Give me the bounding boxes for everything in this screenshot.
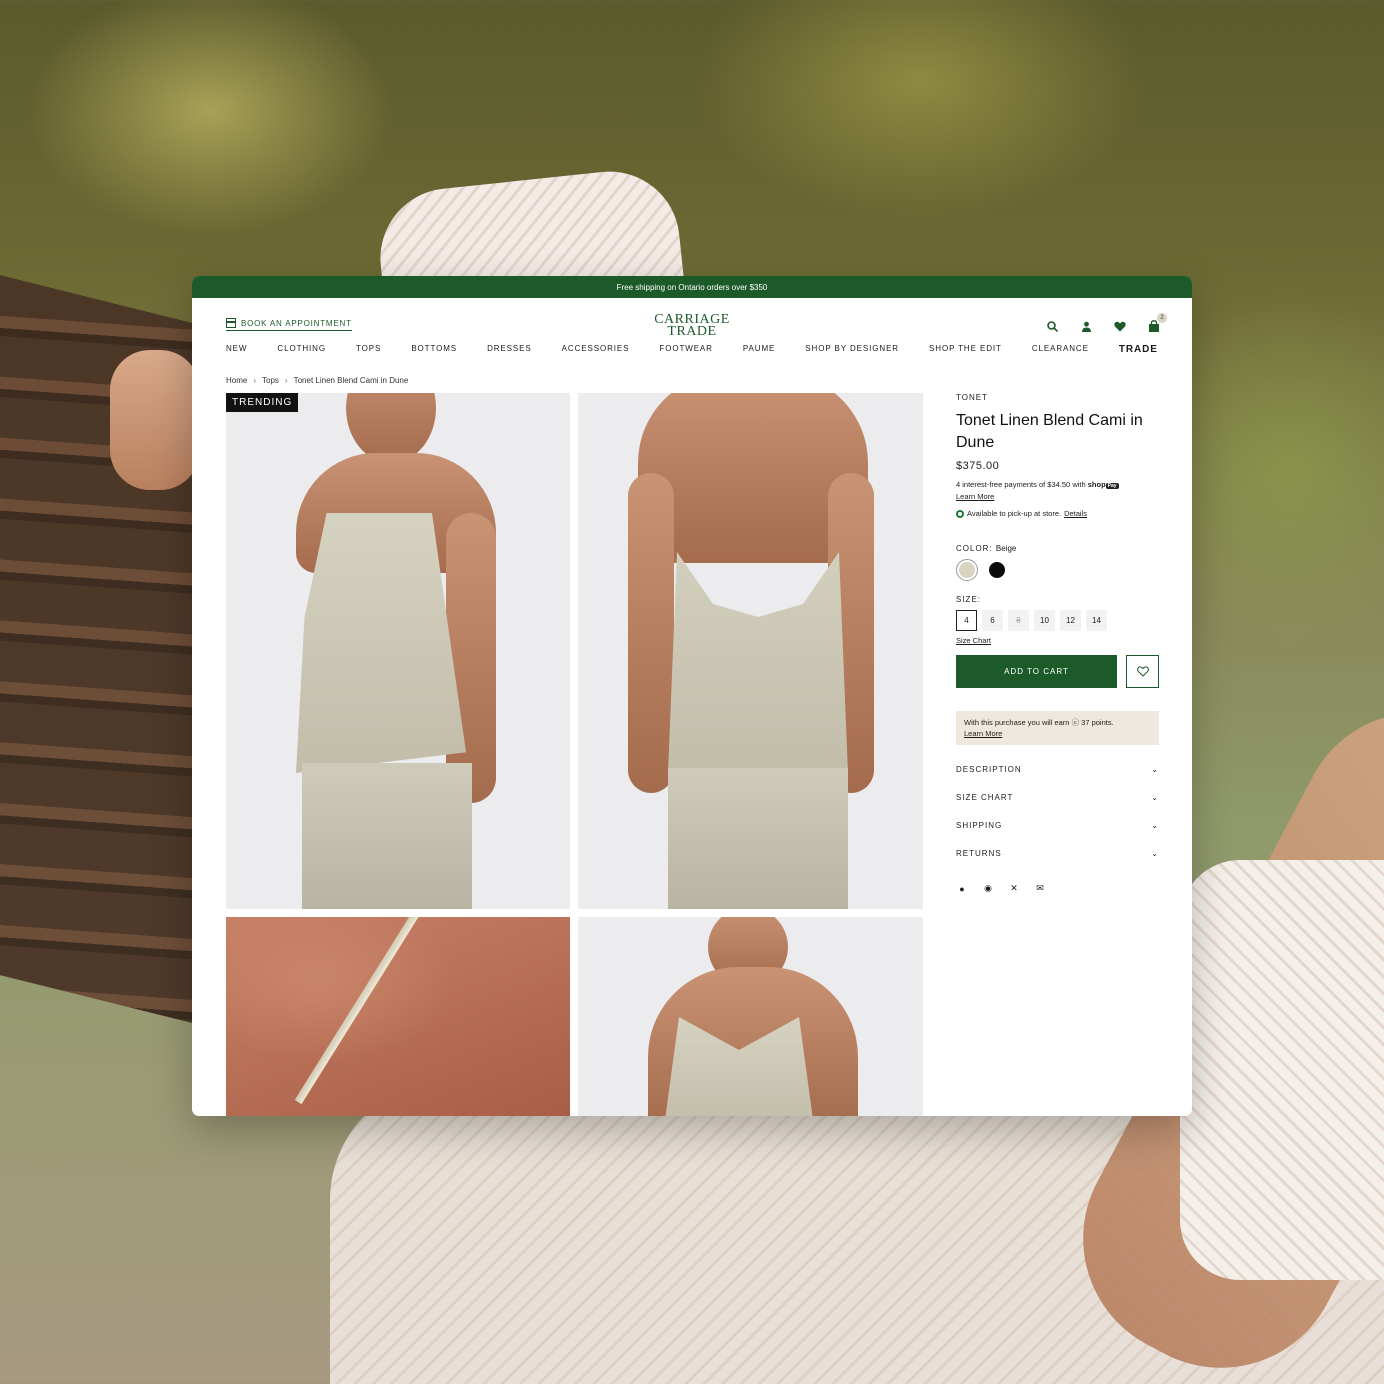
points-coin-icon: ⓒ bbox=[1071, 718, 1080, 727]
installments-label: 4 interest-free payments of $34.50 with bbox=[956, 480, 1086, 489]
pinterest-icon[interactable]: ◉ bbox=[982, 883, 994, 894]
facebook-icon[interactable]: ● bbox=[956, 884, 968, 894]
product-info: TONET Tonet Linen Blend Cami in Dune $37… bbox=[956, 393, 1159, 894]
trending-badge: TRENDING bbox=[226, 393, 299, 412]
accordion-shipping[interactable]: SHIPPING ⌄ bbox=[956, 821, 1159, 849]
site-header: BOOK AN APPOINTMENT CARRIAGE TRADE 2 bbox=[192, 298, 1192, 354]
product-price: $375.00 bbox=[956, 460, 1000, 472]
size-options: 4 6 8 10 12 14 bbox=[956, 610, 1159, 631]
accordion-description[interactable]: DESCRIPTION ⌄ bbox=[956, 765, 1159, 793]
breadcrumb: Home › Tops › Tonet Linen Blend Cami in … bbox=[226, 376, 408, 385]
accordion-returns-label: RETURNS bbox=[956, 849, 1002, 858]
chevron-down-icon: ⌄ bbox=[1151, 765, 1159, 774]
product-image-front[interactable] bbox=[226, 393, 570, 909]
size-option-14[interactable]: 14 bbox=[1086, 610, 1107, 631]
rewards-points-box: With this purchase you will earn ⓒ 37 po… bbox=[956, 711, 1159, 745]
book-appointment-label: BOOK AN APPOINTMENT bbox=[241, 318, 352, 328]
site-logo[interactable]: CARRIAGE TRADE bbox=[632, 313, 752, 339]
pants-front bbox=[302, 763, 472, 909]
breadcrumb-chevron-icon: › bbox=[253, 376, 257, 385]
size-option-12[interactable]: 12 bbox=[1060, 610, 1081, 631]
color-label: COLOR: Beige bbox=[956, 544, 1159, 553]
background-arm bbox=[110, 350, 200, 490]
add-to-wishlist-button[interactable] bbox=[1126, 655, 1159, 688]
model-left-arm bbox=[628, 473, 674, 793]
heart-outline-icon bbox=[1136, 666, 1149, 677]
product-brand[interactable]: TONET bbox=[956, 393, 1159, 402]
cart-bag-icon[interactable]: 2 bbox=[1148, 313, 1167, 332]
size-option-6[interactable]: 6 bbox=[982, 610, 1003, 631]
logo-line-2: TRADE bbox=[667, 324, 717, 339]
browser-window: Free shipping on Ontario orders over $35… bbox=[192, 276, 1192, 1116]
accordion-returns[interactable]: RETURNS ⌄ bbox=[956, 849, 1159, 877]
swatch-beige[interactable] bbox=[956, 559, 978, 581]
purchase-actions: ADD TO CART bbox=[956, 655, 1159, 688]
color-swatches bbox=[956, 559, 1159, 581]
cart-count-badge: 2 bbox=[1157, 313, 1167, 323]
x-twitter-icon[interactable]: ✕ bbox=[1008, 883, 1020, 894]
breadcrumb-tops[interactable]: Tops bbox=[262, 376, 279, 385]
size-label: SIZE: bbox=[956, 595, 982, 604]
product-title: Tonet Linen Blend Cami in Dune bbox=[956, 412, 1143, 451]
email-icon[interactable]: ✉ bbox=[1034, 883, 1046, 894]
swatch-black[interactable] bbox=[986, 559, 1008, 581]
header-icons: 2 bbox=[1046, 313, 1167, 332]
shop-pay-logo: shop Pay bbox=[1088, 480, 1119, 489]
installments-text: 4 interest-free payments of $34.50 with … bbox=[956, 480, 1159, 489]
pants-back bbox=[668, 768, 848, 909]
book-appointment-link[interactable]: BOOK AN APPOINTMENT bbox=[226, 318, 352, 331]
size-option-10[interactable]: 10 bbox=[1034, 610, 1055, 631]
calendar-icon bbox=[226, 318, 236, 328]
accordion-description-label: DESCRIPTION bbox=[956, 765, 1022, 774]
account-icon[interactable] bbox=[1080, 320, 1092, 332]
size-option-4[interactable]: 4 bbox=[956, 610, 977, 631]
chevron-down-icon: ⌄ bbox=[1151, 821, 1159, 830]
breadcrumb-chevron-icon: › bbox=[284, 376, 288, 385]
installments-learn-more[interactable]: Learn More bbox=[956, 492, 1159, 501]
promo-bar: Free shipping on Ontario orders over $35… bbox=[192, 276, 1192, 298]
pay-word: Pay bbox=[1105, 483, 1119, 489]
accordion-size-chart-label: SIZE CHART bbox=[956, 793, 1014, 802]
chevron-down-icon: ⌄ bbox=[1151, 849, 1159, 858]
available-dot-icon bbox=[956, 509, 964, 518]
chevron-down-icon: ⌄ bbox=[1151, 793, 1159, 802]
points-text: With this purchase you will earn bbox=[964, 718, 1070, 727]
color-value: Beige bbox=[995, 544, 1017, 553]
size-chart-link[interactable]: Size Chart bbox=[956, 636, 1159, 645]
pickup-availability: Available to pick-up at store. Details bbox=[956, 509, 1159, 518]
accordion-size-chart[interactable]: SIZE CHART ⌄ bbox=[956, 793, 1159, 821]
product-image-crop[interactable] bbox=[578, 917, 923, 1116]
model-arm bbox=[446, 513, 496, 803]
wishlist-heart-icon[interactable] bbox=[1114, 320, 1126, 332]
breadcrumb-current: Tonet Linen Blend Cami in Dune bbox=[293, 376, 409, 385]
pickup-text: Available to pick-up at store. bbox=[967, 509, 1062, 518]
background-skirt bbox=[1180, 860, 1384, 1280]
product-accordions: DESCRIPTION ⌄ SIZE CHART ⌄ SHIPPING ⌄ RE… bbox=[956, 765, 1159, 877]
shop-word: shop bbox=[1087, 480, 1106, 489]
points-value: 37 points. bbox=[1081, 718, 1114, 727]
size-option-8[interactable]: 8 bbox=[1008, 610, 1029, 631]
product-image-detail-strap[interactable] bbox=[226, 917, 570, 1116]
pickup-details-link[interactable]: Details bbox=[1064, 509, 1087, 518]
breadcrumb-home[interactable]: Home bbox=[226, 376, 247, 385]
points-learn-more[interactable]: Learn More bbox=[964, 729, 1002, 738]
product-image-back[interactable] bbox=[578, 393, 923, 909]
color-label-text: COLOR: bbox=[956, 544, 993, 553]
share-links: ● ◉ ✕ ✉ bbox=[956, 883, 1159, 894]
accordion-shipping-label: SHIPPING bbox=[956, 821, 1003, 830]
search-icon[interactable] bbox=[1046, 320, 1058, 332]
add-to-cart-button[interactable]: ADD TO CART bbox=[956, 655, 1117, 688]
